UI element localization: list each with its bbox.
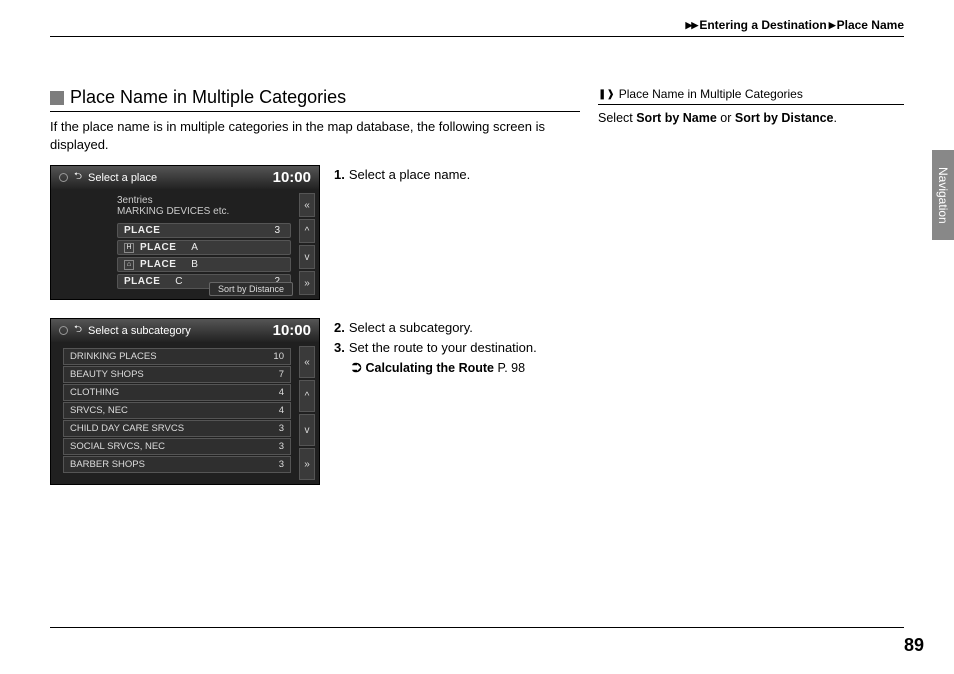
screen-title: Select a subcategory bbox=[88, 325, 191, 337]
chevron-icon: ▶▶ bbox=[685, 20, 697, 30]
step-2: 2.Select a subcategory. bbox=[334, 318, 537, 338]
sidebar-heading: ❚❱ Place Name in Multiple Categories bbox=[598, 87, 904, 105]
section-tab: Navigation bbox=[932, 150, 954, 240]
page-number: 89 bbox=[904, 635, 924, 656]
back-icon: ⮌ bbox=[74, 169, 82, 186]
screenshot-select-place: ⮌ Select a place 10:00 3entries MARKING … bbox=[50, 165, 320, 300]
subcategory-row[interactable]: DRINKING PLACES10 bbox=[63, 348, 291, 365]
subcategory-row[interactable]: CLOTHING4 bbox=[63, 384, 291, 401]
scroll-up-icon[interactable]: ^ bbox=[299, 219, 315, 243]
query-text: MARKING DEVICES etc. bbox=[57, 206, 313, 223]
category-icon: ⌂ bbox=[124, 260, 134, 270]
section-intro: If the place name is in multiple categor… bbox=[50, 118, 580, 153]
section-heading: Place Name in Multiple Categories bbox=[50, 87, 580, 112]
clock: 10:00 bbox=[273, 169, 311, 186]
bottom-rule bbox=[50, 627, 904, 628]
subcategory-row[interactable]: BEAUTY SHOPS7 bbox=[63, 366, 291, 383]
category-icon: H bbox=[124, 243, 134, 253]
scroll-bottom-icon[interactable]: » bbox=[299, 271, 315, 295]
note-icon: ❚❱ bbox=[598, 89, 615, 100]
scrollbar[interactable]: « ^ v » bbox=[299, 346, 315, 480]
place-row[interactable]: HPLACE A bbox=[117, 240, 291, 255]
back-icon: ⮌ bbox=[74, 322, 82, 339]
voice-icon bbox=[59, 173, 68, 182]
scrollbar[interactable]: « ^ v » bbox=[299, 193, 315, 295]
chevron-icon: ▶ bbox=[829, 20, 835, 30]
screen-title: Select a place bbox=[88, 172, 157, 184]
cross-reference: ⮊Calculating the Route P. 98 bbox=[334, 359, 537, 378]
book-icon: ⮊ bbox=[352, 361, 362, 375]
scroll-top-icon[interactable]: « bbox=[299, 193, 315, 217]
subcategory-row[interactable]: CHILD DAY CARE SRVCS3 bbox=[63, 420, 291, 437]
crumb-a: Entering a Destination bbox=[699, 18, 826, 32]
scroll-down-icon[interactable]: v bbox=[299, 245, 315, 269]
crumb-b: Place Name bbox=[837, 18, 904, 32]
step-3: 3.Set the route to your destination. bbox=[334, 338, 537, 358]
top-rule bbox=[50, 36, 904, 37]
section-title: Place Name in Multiple Categories bbox=[70, 87, 346, 108]
scroll-top-icon[interactable]: « bbox=[299, 346, 315, 378]
step-1: 1.Select a place name. bbox=[334, 165, 470, 185]
sidebar-text: Select Sort by Name or Sort by Distance. bbox=[598, 111, 904, 125]
scroll-down-icon[interactable]: v bbox=[299, 414, 315, 446]
scroll-bottom-icon[interactable]: » bbox=[299, 448, 315, 480]
voice-icon bbox=[59, 326, 68, 335]
clock: 10:00 bbox=[273, 322, 311, 339]
subcategory-row[interactable]: SOCIAL SRVCS, NEC3 bbox=[63, 438, 291, 455]
entry-count: 3entries bbox=[57, 193, 313, 206]
subcategory-row[interactable]: SRVCS, NEC4 bbox=[63, 402, 291, 419]
sidebar-title: Place Name in Multiple Categories bbox=[619, 87, 803, 101]
square-bullet-icon bbox=[50, 91, 64, 105]
place-row[interactable]: PLACE3 bbox=[117, 223, 291, 238]
screenshot-select-subcategory: ⮌ Select a subcategory 10:00 DRINKING PL… bbox=[50, 318, 320, 485]
sort-button[interactable]: Sort by Distance bbox=[209, 282, 293, 296]
scroll-up-icon[interactable]: ^ bbox=[299, 380, 315, 412]
place-row[interactable]: ⌂PLACE B bbox=[117, 257, 291, 272]
subcategory-row[interactable]: BARBER SHOPS3 bbox=[63, 456, 291, 473]
breadcrumb: ▶▶Entering a Destination▶Place Name bbox=[50, 18, 904, 36]
